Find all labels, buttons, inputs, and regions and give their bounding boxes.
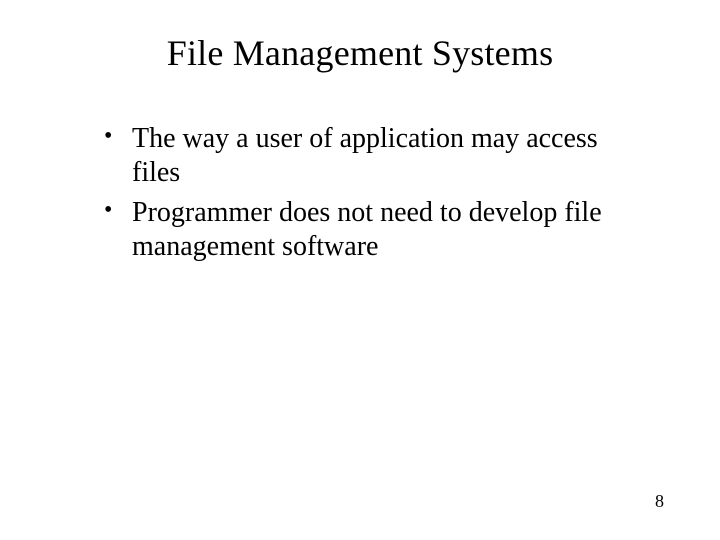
list-item: Programmer does not need to develop file…: [132, 196, 660, 264]
page-title: File Management Systems: [60, 32, 660, 74]
bullet-list: The way a user of application may access…: [60, 122, 660, 265]
slide: File Management Systems The way a user o…: [0, 0, 720, 540]
page-number: 8: [655, 491, 664, 512]
list-item: The way a user of application may access…: [132, 122, 660, 190]
